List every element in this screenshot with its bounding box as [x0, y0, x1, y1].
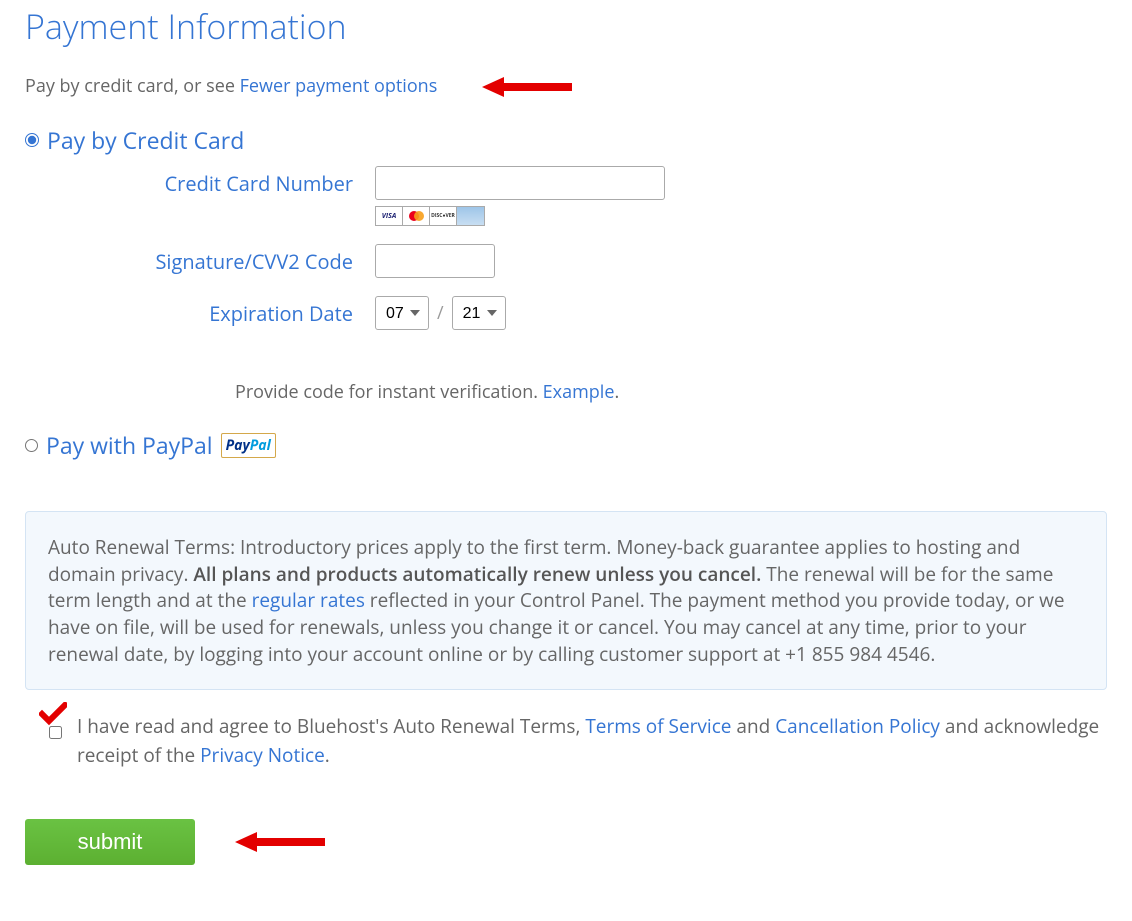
pay-by-paypal-option[interactable]: Pay with PayPal PayPal — [25, 429, 1107, 461]
agree-and1: and — [731, 713, 775, 739]
pay-by-card-option[interactable]: Pay by Credit Card — [25, 124, 1107, 156]
intro-prefix: Pay by credit card, or see — [25, 74, 240, 98]
paypal-icon: PayPal — [221, 433, 276, 458]
cvv-label: Signature/CVV2 Code — [25, 244, 375, 275]
cvv-helper-text: Provide code for instant verification. E… — [235, 380, 1107, 404]
discover-icon: DISC●VER — [430, 207, 457, 225]
arrow-annotation-icon — [482, 75, 572, 99]
terms-bold: All plans and products automatically ren… — [193, 561, 761, 587]
mastercard-icon — [403, 207, 430, 225]
page-title: Payment Information — [25, 0, 1107, 49]
pay-by-card-label: Pay by Credit Card — [47, 124, 244, 156]
expiration-label: Expiration Date — [25, 296, 375, 327]
cvv-input[interactable] — [375, 244, 495, 278]
exp-year-select[interactable]: 21 — [452, 296, 506, 330]
visa-icon: VISA — [376, 207, 403, 225]
pay-by-card-radio[interactable] — [25, 133, 39, 147]
arrow-annotation-icon — [235, 830, 325, 854]
terms-of-service-link[interactable]: Terms of Service — [585, 713, 731, 739]
helper-prefix: Provide code for instant verification. — [235, 380, 543, 404]
privacy-notice-link[interactable]: Privacy Notice — [200, 742, 325, 768]
agree-text: I have read and agree to Bluehost's Auto… — [77, 712, 1107, 769]
date-separator: / — [437, 301, 444, 325]
check-annotation-icon — [39, 702, 67, 734]
cancellation-policy-link[interactable]: Cancellation Policy — [775, 713, 940, 739]
card-brand-icons: VISA DISC●VER — [375, 206, 485, 226]
agree-prefix: I have read and agree to Bluehost's Auto… — [77, 713, 585, 739]
submit-button[interactable]: submit — [25, 819, 195, 865]
exp-month-select[interactable]: 07 — [375, 296, 429, 330]
intro-text: Pay by credit card, or see Fewer payment… — [25, 74, 1107, 99]
cc-number-label: Credit Card Number — [25, 166, 375, 197]
helper-suffix: . — [614, 380, 619, 404]
pay-by-paypal-label: Pay with PayPal — [46, 429, 213, 461]
fewer-options-link[interactable]: Fewer payment options — [240, 74, 438, 98]
example-link[interactable]: Example — [543, 380, 615, 404]
amex-icon — [457, 207, 484, 225]
agree-suffix: . — [325, 742, 330, 768]
pay-by-paypal-radio[interactable] — [25, 439, 38, 452]
regular-rates-link[interactable]: regular rates — [252, 587, 365, 613]
cc-number-input[interactable] — [375, 166, 665, 200]
auto-renewal-terms: Auto Renewal Terms: Introductory prices … — [25, 511, 1107, 690]
